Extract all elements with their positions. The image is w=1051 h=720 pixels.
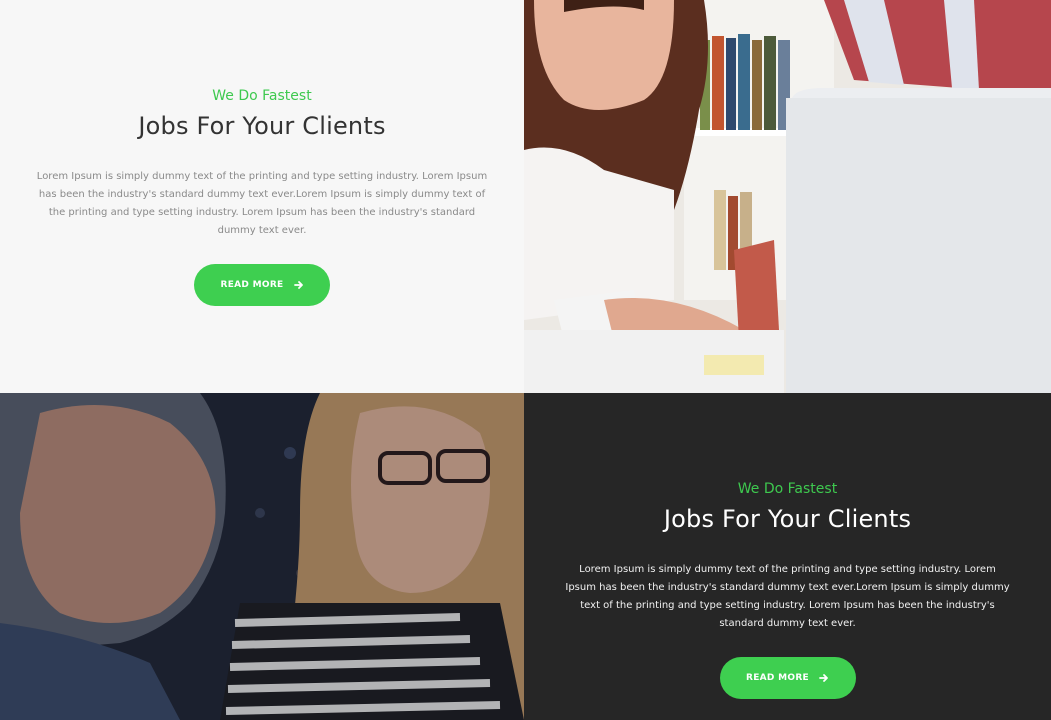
feature-block-2-content: We Do Fastest Jobs For Your Clients Lore… [524, 481, 1051, 699]
read-more-label: READ MORE [745, 673, 810, 683]
feature-description: Lorem Ipsum is simply dummy text of the … [565, 564, 1010, 629]
feature-title: Jobs For Your Clients [663, 505, 912, 533]
feature-block-1: We Do Fastest Jobs For Your Clients Lore… [0, 0, 524, 393]
read-more-button[interactable]: READ MORE [194, 264, 330, 306]
feature-block-1-content: We Do Fastest Jobs For Your Clients Lore… [0, 88, 524, 306]
photo-woman-with-laptop [524, 0, 1051, 393]
feature-title: Jobs For Your Clients [138, 112, 386, 140]
photo-man-and-woman [0, 393, 524, 720]
arrow-right-icon [293, 281, 303, 289]
feature-block-2: We Do Fastest Jobs For Your Clients Lore… [524, 393, 1051, 720]
read-more-button[interactable]: READ MORE [719, 657, 856, 699]
feature-grid: We Do Fastest Jobs For Your Clients Lore… [0, 0, 1051, 720]
feature-kicker: We Do Fastest [212, 88, 312, 104]
feature-kicker: We Do Fastest [737, 481, 838, 497]
feature-description: Lorem Ipsum is simply dummy text of the … [36, 171, 488, 236]
arrow-right-icon [819, 674, 828, 682]
photo-man-and-woman-image [0, 393, 524, 720]
read-more-label: READ MORE [220, 280, 284, 290]
photo-woman-with-laptop-image [524, 0, 1051, 393]
